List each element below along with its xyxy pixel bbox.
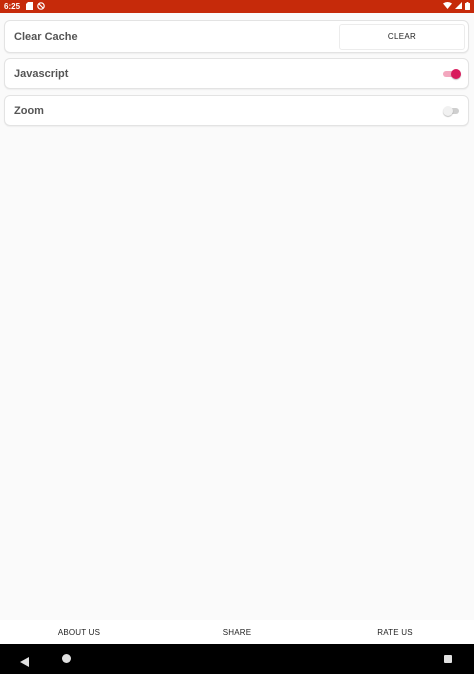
system-nav-bar xyxy=(0,644,474,674)
javascript-label: Javascript xyxy=(14,67,69,80)
zoom-label: Zoom xyxy=(14,104,44,117)
battery-icon xyxy=(465,1,470,12)
status-bar: 6:25 xyxy=(0,0,474,13)
javascript-toggle-thumb xyxy=(451,68,461,79)
sd-card-icon xyxy=(26,1,34,12)
no-sync-icon xyxy=(37,1,45,12)
bottom-bar: ABOUT US SHARE RATE US xyxy=(0,620,474,644)
rate-us-button[interactable]: RATE US xyxy=(316,628,474,637)
wifi-icon xyxy=(443,2,452,11)
signal-icon xyxy=(455,2,462,11)
recents-icon[interactable] xyxy=(444,655,452,663)
back-icon[interactable] xyxy=(20,654,29,672)
javascript-toggle[interactable] xyxy=(443,68,461,79)
settings-content: Clear Cache CLEAR Javascript Zoom xyxy=(0,13,474,620)
about-us-button[interactable]: ABOUT US xyxy=(0,628,158,637)
zoom-toggle[interactable] xyxy=(443,105,461,116)
status-time: 6:25 xyxy=(4,2,21,11)
home-icon[interactable] xyxy=(62,654,71,663)
zoom-row[interactable]: Zoom xyxy=(4,95,469,126)
clear-cache-row: Clear Cache CLEAR xyxy=(4,20,469,53)
share-button[interactable]: SHARE xyxy=(158,628,316,637)
zoom-toggle-thumb xyxy=(443,105,453,116)
javascript-row[interactable]: Javascript xyxy=(4,58,469,89)
clear-cache-label: Clear Cache xyxy=(14,30,78,43)
clear-cache-button[interactable]: CLEAR xyxy=(339,23,465,50)
